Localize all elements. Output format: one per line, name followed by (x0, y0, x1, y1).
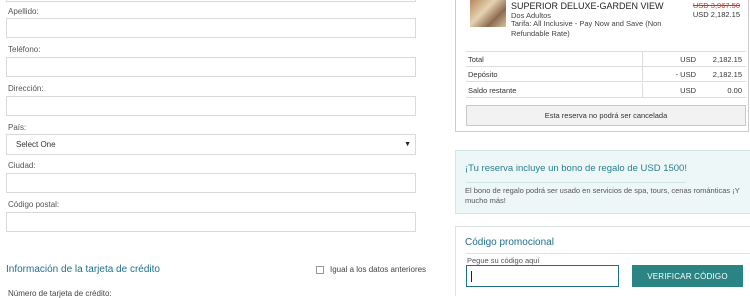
deposit-label: Depósito (468, 70, 498, 79)
divider (466, 81, 746, 82)
balance-amount: 0.00 (727, 86, 742, 95)
telefono-label: Teléfono: (8, 45, 41, 54)
room-name: SUPERIOR DELUXE-GARDEN VIEW (511, 1, 664, 11)
card-number-label: Número de tarjeta de crédito: (8, 289, 112, 298)
balance-currency: USD (680, 86, 696, 95)
telefono-field[interactable] (6, 57, 416, 77)
verify-code-button[interactable]: VERIFICAR CÓDIGO (632, 265, 743, 287)
promo-code-input[interactable] (466, 265, 619, 287)
total-row: Total USD 2,182.15 (466, 52, 746, 66)
promo-title: Código promocional (465, 237, 554, 248)
ciudad-field[interactable] (6, 173, 416, 193)
apellido-field[interactable] (6, 18, 416, 38)
same-as-above-label: Igual a los datos anteriores (330, 265, 427, 274)
ciudad-label: Ciudad: (8, 161, 36, 170)
pais-select[interactable]: Select One ▼ (6, 134, 416, 155)
card-section-title: Información de la tarjeta de crédito (6, 264, 160, 275)
total-label: Total (468, 55, 484, 64)
column-divider (642, 83, 643, 97)
postal-field[interactable] (6, 212, 416, 232)
direccion-field[interactable] (6, 96, 416, 116)
divider (466, 182, 686, 183)
total-amount: 2,182.15 (712, 55, 742, 64)
gift-voucher-banner: ¡Tu reserva incluye un bono de regalo de… (455, 150, 750, 214)
guest-form: Apellido: Teléfono: Dirección: País: Sel… (0, 0, 430, 298)
checkbox-icon[interactable] (316, 265, 324, 274)
total-currency: USD (680, 55, 696, 64)
deposit-currency: - USD (675, 70, 696, 79)
pais-selected-value: Select One (16, 140, 56, 149)
gift-description: El bono de regalo podrá ser usado en ser… (465, 186, 740, 205)
nombre-field[interactable] (6, 0, 416, 2)
pais-label: País: (8, 123, 27, 132)
deposit-row: Depósito - USD 2,182.15 (466, 67, 746, 81)
booking-sidebar: SUPERIOR DELUXE-GARDEN VIEW Dos Adultos … (450, 0, 750, 296)
divider (466, 97, 746, 98)
column-divider (642, 67, 643, 81)
caret-down-icon: ▼ (404, 141, 411, 148)
balance-row: Saldo restante USD 0.00 (466, 83, 746, 97)
deposit-amount: 2,182.15 (712, 70, 742, 79)
promo-code-panel: Código promocional Pegue su código aquí … (455, 226, 750, 296)
gift-title: ¡Tu reserva incluye un bono de regalo de… (465, 163, 687, 174)
column-divider (642, 52, 643, 66)
reservation-summary: SUPERIOR DELUXE-GARDEN VIEW Dos Adultos … (455, 0, 749, 132)
same-as-above-option[interactable]: Igual a los datos anteriores (316, 265, 426, 274)
non-cancellable-notice: Esta reserva no podrá ser cancelada (466, 105, 746, 126)
balance-label: Saldo restante (468, 86, 517, 95)
text-cursor (471, 271, 472, 282)
rate-text: Tarifa: All Inclusive - Pay Now and Save… (511, 19, 662, 38)
original-price: USD 3,967.50 (692, 1, 740, 10)
postal-label: Código postal: (8, 200, 60, 209)
current-price: USD 2,182.15 (692, 10, 740, 19)
divider (466, 253, 750, 254)
promo-hint: Pegue su código aquí (467, 256, 540, 265)
apellido-label: Apellido: (8, 7, 39, 16)
room-photo (470, 0, 506, 27)
direccion-label: Dirección: (8, 84, 44, 93)
